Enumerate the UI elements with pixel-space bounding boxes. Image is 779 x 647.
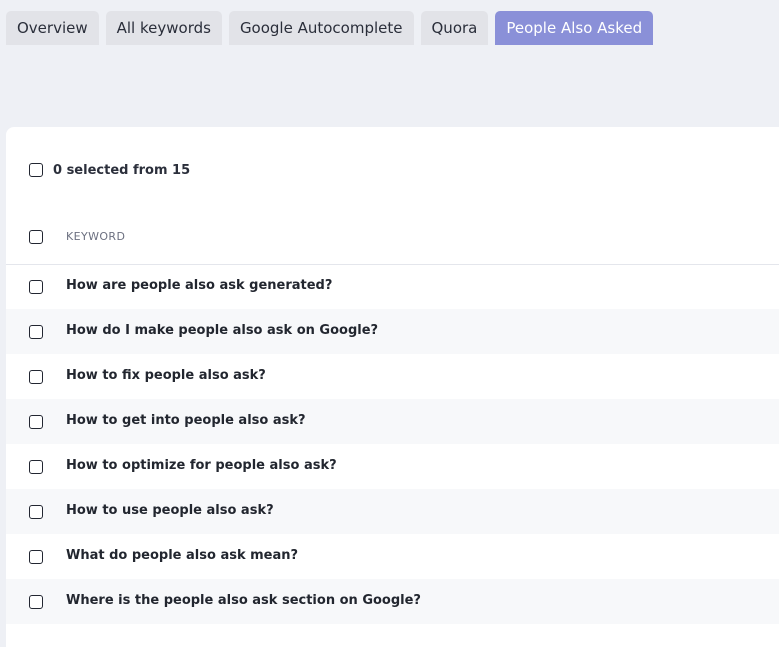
table-row[interactable]: How to optimize for people also ask? (6, 444, 779, 489)
tab-quora[interactable]: Quora (420, 11, 489, 45)
keyword-text: How to fix people also ask? (66, 368, 266, 383)
row-checkbox[interactable] (29, 415, 43, 429)
row-checkbox[interactable] (29, 325, 43, 339)
tab-all-keywords[interactable]: All keywords (105, 11, 222, 45)
keyword-text: How to use people also ask? (66, 503, 274, 518)
row-checkbox[interactable] (29, 505, 43, 519)
keyword-text: How to optimize for people also ask? (66, 458, 337, 473)
select-all-summary-checkbox[interactable] (29, 163, 43, 177)
tab-overview[interactable]: Overview (6, 11, 99, 45)
table-header: KEYWORD (6, 219, 779, 265)
keyword-text: How are people also ask generated? (66, 278, 333, 293)
keyword-text: How do I make people also ask on Google? (66, 323, 379, 338)
row-checkbox[interactable] (29, 550, 43, 564)
row-checkbox[interactable] (29, 460, 43, 474)
keyword-rows: How are people also ask generated? How d… (6, 264, 779, 624)
table-row[interactable]: How do I make people also ask on Google? (6, 309, 779, 354)
tab-google-autocomplete[interactable]: Google Autocomplete (228, 11, 414, 45)
table-row[interactable]: What do people also ask mean? (6, 534, 779, 579)
table-row[interactable]: How to use people also ask? (6, 489, 779, 534)
table-row[interactable]: How to get into people also ask? (6, 399, 779, 444)
tab-people-also-asked[interactable]: People Also Asked (495, 11, 654, 45)
keyword-column-header[interactable]: KEYWORD (66, 229, 125, 245)
selection-summary: 0 selected from 15 (6, 161, 779, 181)
keywords-panel: 0 selected from 15 KEYWORD How are peopl… (6, 127, 779, 647)
selection-count-text: 0 selected from 15 (53, 163, 191, 178)
tab-bar: Overview All keywords Google Autocomplet… (6, 11, 654, 45)
table-row[interactable]: Where is the people also ask section on … (6, 579, 779, 624)
select-all-checkbox[interactable] (29, 230, 43, 244)
row-checkbox[interactable] (29, 370, 43, 384)
row-checkbox[interactable] (29, 595, 43, 609)
row-checkbox[interactable] (29, 280, 43, 294)
table-row[interactable]: How to fix people also ask? (6, 354, 779, 399)
keyword-text: Where is the people also ask section on … (66, 593, 421, 608)
table-row[interactable]: How are people also ask generated? (6, 264, 779, 309)
keyword-text: What do people also ask mean? (66, 548, 299, 563)
keyword-text: How to get into people also ask? (66, 413, 306, 428)
